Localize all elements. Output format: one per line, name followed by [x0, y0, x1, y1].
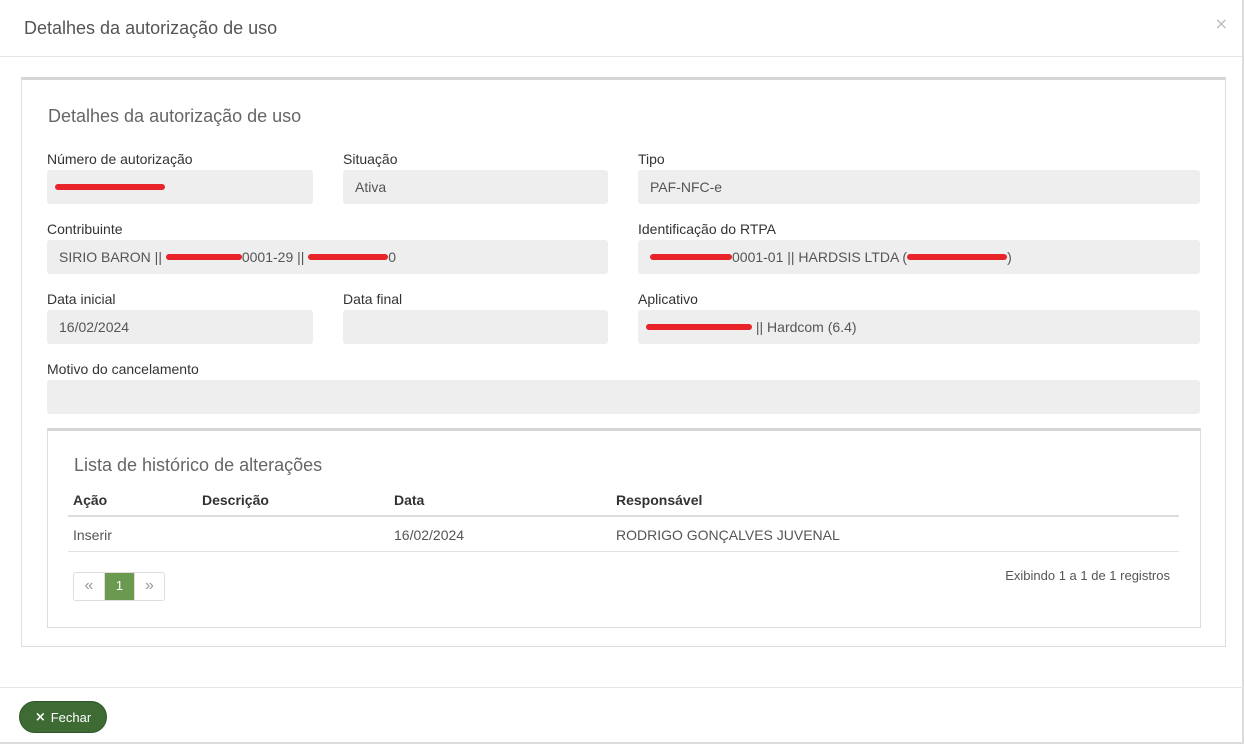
rtpa-value-part1: 0001-01 || HARDSIS LTDA ( [732, 249, 908, 265]
redaction-mark [650, 254, 732, 261]
aplicativo-label: Aplicativo [638, 291, 698, 307]
data-final-label: Data final [343, 291, 403, 307]
history-panel: Lista de histórico de alterações Ação De… [47, 428, 1201, 628]
rtpa-field: 0001-01 || HARDSIS LTDA () [638, 240, 1200, 274]
aplicativo-field: || Hardcom (6.4) [638, 310, 1200, 344]
rtpa-value-part2: ) [1007, 249, 1012, 265]
motivo-cancelamento-field [47, 380, 1200, 414]
cell-data: 16/02/2024 [394, 527, 465, 543]
records-info: Exibindo 1 a 1 de 1 registros [1005, 568, 1170, 583]
contribuinte-value-part2: 0001-29 || [241, 249, 309, 265]
row-divider [68, 551, 1179, 552]
data-inicial-label: Data inicial [47, 291, 116, 307]
modal-footer: × Fechar [0, 687, 1244, 744]
panel-title: Detalhes da autorização de uso [48, 106, 302, 126]
column-header-data[interactable]: Data [394, 492, 424, 508]
close-icon: × [34, 709, 46, 725]
pagination-next-button[interactable]: » [134, 573, 164, 600]
aplicativo-value: || Hardcom (6.4) [752, 319, 857, 335]
column-header-responsavel[interactable]: Responsável [616, 492, 702, 508]
redaction-mark [165, 254, 242, 261]
modal-title: Detalhes da autorização de uso [24, 18, 278, 38]
column-header-acao[interactable]: Ação [73, 492, 107, 508]
authorization-details-modal: Detalhes da autorização de uso × Detalhe… [0, 0, 1244, 744]
details-panel: Detalhes da autorização de uso Número de… [21, 77, 1226, 647]
pagination-prev-button[interactable]: « [74, 573, 104, 600]
contribuinte-value-part3: 0 [388, 249, 397, 265]
cell-responsavel: RODRIGO GONÇALVES JUVENAL [616, 527, 840, 543]
situacao-label: Situação [343, 151, 398, 167]
column-header-descricao[interactable]: Descrição [202, 492, 269, 508]
situacao-field: Ativa [343, 170, 608, 204]
pagination-page-1-button[interactable]: 1 [104, 573, 134, 600]
close-button-label: Fechar [50, 709, 92, 725]
numero-autorizacao-field [47, 170, 313, 204]
contribuinte-field: SIRIO BARON || 0001-29 || 0 [47, 240, 608, 274]
contribuinte-label: Contribuinte [47, 221, 123, 237]
close-button[interactable]: × Fechar [19, 701, 107, 733]
history-title: Lista de histórico de alterações [74, 455, 323, 475]
redaction-mark [907, 254, 1008, 261]
data-inicial-field: 16/02/2024 [47, 310, 313, 344]
redaction-mark [55, 184, 165, 191]
contribuinte-value-part1: SIRIO BARON || [59, 249, 166, 265]
tipo-label: Tipo [638, 151, 665, 167]
numero-autorizacao-label: Número de autorização [47, 151, 193, 167]
rtpa-label: Identificação do RTPA [638, 221, 777, 237]
redaction-mark [646, 324, 752, 331]
header-divider [68, 515, 1179, 517]
motivo-cancelamento-label: Motivo do cancelamento [47, 361, 199, 377]
data-final-field [343, 310, 608, 344]
modal-header: Detalhes da autorização de uso × [0, 0, 1242, 57]
cell-acao: Inserir [73, 527, 112, 543]
pagination: « 1 » [73, 572, 165, 601]
tipo-field: PAF-NFC-e [638, 170, 1200, 204]
redaction-mark [308, 254, 389, 261]
close-icon[interactable]: × [1215, 14, 1228, 33]
